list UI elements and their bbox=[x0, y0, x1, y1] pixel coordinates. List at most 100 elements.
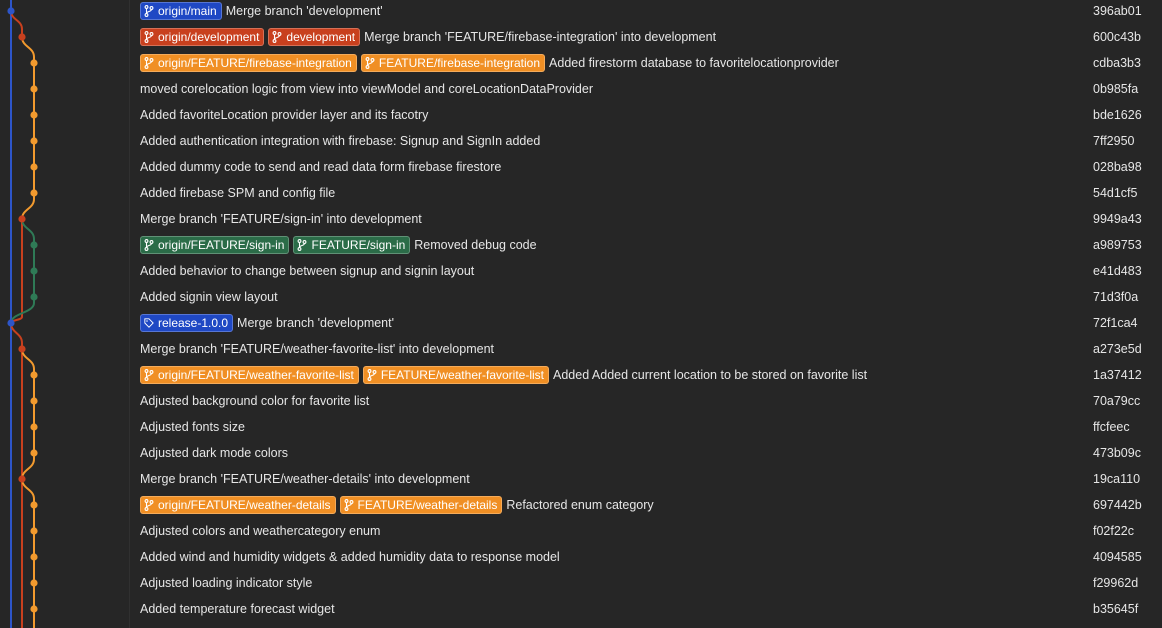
commit-row[interactable]: origin/FEATURE/weather-favorite-list FEAT… bbox=[129, 362, 1162, 388]
commit-row[interactable]: origin/FEATURE/weather-details FEATURE/we… bbox=[129, 492, 1162, 518]
commit-node[interactable] bbox=[30, 189, 38, 197]
commit-node[interactable] bbox=[7, 7, 15, 15]
commit-node[interactable] bbox=[30, 111, 38, 119]
commit-hash: 4094585 bbox=[1093, 550, 1142, 564]
branch-badge[interactable]: origin/development bbox=[140, 28, 265, 46]
commit-node[interactable] bbox=[30, 137, 38, 145]
tag-badge[interactable]: release-1.0.0 bbox=[140, 314, 234, 332]
commit-hash: 600c43b bbox=[1093, 30, 1141, 44]
commit-hash: 7ff2950 bbox=[1093, 134, 1135, 148]
branch-badge[interactable]: FEATURE/sign-in bbox=[293, 236, 411, 254]
commit-row[interactable]: Added signin view layout 71d3f0a bbox=[129, 284, 1162, 310]
commit-row[interactable]: moved corelocation logic from view into … bbox=[129, 76, 1162, 102]
branch-icon bbox=[144, 31, 158, 43]
commit-row[interactable]: Adjusted loading indicator style f29962d bbox=[129, 570, 1162, 596]
branch-badge[interactable]: origin/FEATURE/firebase-integration bbox=[140, 54, 357, 72]
branch-icon bbox=[144, 499, 158, 511]
commit-node[interactable] bbox=[30, 267, 38, 275]
branch-icon bbox=[367, 369, 381, 381]
branch-badge[interactable]: origin/FEATURE/weather-favorite-list bbox=[140, 366, 359, 384]
commit-row[interactable]: Added dummy code to send and read data f… bbox=[129, 154, 1162, 180]
commit-row[interactable]: Adjusted colors and weathercategory enum… bbox=[129, 518, 1162, 544]
commit-node[interactable] bbox=[30, 85, 38, 93]
ref-label: FEATURE/sign-in bbox=[311, 238, 406, 252]
branch-badge[interactable]: origin/main bbox=[140, 2, 222, 20]
ref-label: origin/FEATURE/weather-favorite-list bbox=[158, 368, 354, 382]
commit-node[interactable] bbox=[30, 605, 38, 613]
commit-message: Adjusted loading indicator style bbox=[140, 576, 313, 590]
branch-icon bbox=[272, 31, 286, 43]
commit-message-cell: origin/main Merge branch 'development' bbox=[140, 0, 1082, 24]
commit-node[interactable] bbox=[30, 449, 38, 457]
commit-row[interactable]: Added wind and humidity widgets & added … bbox=[129, 544, 1162, 570]
commit-node[interactable] bbox=[30, 501, 38, 509]
branch-badge[interactable]: origin/FEATURE/sign-in bbox=[140, 236, 290, 254]
commit-row[interactable]: Added authentication integration with fi… bbox=[129, 128, 1162, 154]
commit-message: Merge branch 'FEATURE/sign-in' into deve… bbox=[140, 212, 422, 226]
commit-hash: f29962d bbox=[1093, 576, 1139, 590]
branch-icon bbox=[365, 57, 379, 69]
branch-badge[interactable]: FEATURE/weather-favorite-list bbox=[362, 366, 549, 384]
commit-node[interactable] bbox=[30, 371, 38, 379]
ref-label: FEATURE/weather-details bbox=[357, 498, 498, 512]
commit-message: Adjusted fonts size bbox=[140, 420, 245, 434]
commit-node[interactable] bbox=[30, 163, 38, 171]
commit-row[interactable]: Merge branch 'FEATURE/weather-favorite-l… bbox=[129, 336, 1162, 362]
commit-node[interactable] bbox=[18, 215, 26, 223]
commit-row[interactable]: Added temperature forecast widget b35645f bbox=[129, 596, 1162, 622]
commit-node[interactable] bbox=[18, 345, 26, 353]
commit-row[interactable]: Adjusted background color for favorite l… bbox=[129, 388, 1162, 414]
commit-row[interactable]: origin/FEATURE/firebase-integration FEATU… bbox=[129, 50, 1162, 76]
commit-row[interactable]: origin/main Merge branch 'development' 396… bbox=[129, 0, 1162, 24]
commit-hash: 396ab01 bbox=[1093, 4, 1142, 18]
commit-hash: bde1626 bbox=[1093, 108, 1142, 122]
branch-badge[interactable]: development bbox=[268, 28, 361, 46]
commit-message-cell: origin/FEATURE/weather-favorite-list FEAT… bbox=[140, 362, 1082, 388]
commit-row[interactable]: origin/FEATURE/sign-in FEATURE/sign-in Rem… bbox=[129, 232, 1162, 258]
commit-message: Merge branch 'FEATURE/weather-details' i… bbox=[140, 472, 470, 486]
commit-node[interactable] bbox=[30, 423, 38, 431]
branch-badge[interactable]: FEATURE/firebase-integration bbox=[360, 54, 546, 72]
branch-icon bbox=[144, 5, 158, 17]
commit-node[interactable] bbox=[18, 33, 26, 41]
commit-node[interactable] bbox=[18, 475, 26, 483]
commit-message-cell: Merge branch 'FEATURE/weather-favorite-l… bbox=[140, 336, 1082, 362]
commit-message: Adjusted dark mode colors bbox=[140, 446, 288, 460]
commit-message: Adjusted background color for favorite l… bbox=[140, 394, 370, 408]
branch-icon bbox=[144, 57, 158, 69]
commit-hash: 54d1cf5 bbox=[1093, 186, 1138, 200]
commit-row[interactable]: Added favoriteLocation provider layer an… bbox=[129, 102, 1162, 128]
commit-node[interactable] bbox=[30, 527, 38, 535]
commit-row[interactable]: Added behavior to change between signup … bbox=[129, 258, 1162, 284]
commit-row[interactable]: Added firebase SPM and config file 54d1cf… bbox=[129, 180, 1162, 206]
commit-node[interactable] bbox=[7, 319, 15, 327]
commit-node[interactable] bbox=[30, 59, 38, 67]
commit-node[interactable] bbox=[30, 241, 38, 249]
ref-label: FEATURE/firebase-integration bbox=[378, 56, 541, 70]
ref-label: FEATURE/weather-favorite-list bbox=[380, 368, 544, 382]
commit-row[interactable]: Adjusted fonts size ffcfeec bbox=[129, 414, 1162, 440]
commit-node[interactable] bbox=[30, 553, 38, 561]
ref-label: release-1.0.0 bbox=[158, 316, 229, 330]
commit-node[interactable] bbox=[30, 293, 38, 301]
commit-node[interactable] bbox=[30, 397, 38, 405]
commit-row[interactable]: Merge branch 'FEATURE/weather-details' i… bbox=[129, 466, 1162, 492]
commit-node[interactable] bbox=[30, 579, 38, 587]
commit-hash: a273e5d bbox=[1093, 342, 1142, 356]
branch-icon bbox=[297, 239, 311, 251]
commit-row[interactable]: origin/development development Merge branc… bbox=[129, 24, 1162, 50]
ref-label: origin/FEATURE/weather-details bbox=[158, 498, 331, 512]
branch-badge[interactable]: origin/FEATURE/weather-details bbox=[140, 496, 336, 514]
branch-icon bbox=[144, 239, 158, 251]
commit-message-cell: Adjusted fonts size bbox=[140, 414, 1082, 440]
commit-message: Added authentication integration with fi… bbox=[140, 134, 541, 148]
commit-message-cell: Added temperature forecast widget bbox=[140, 596, 1082, 622]
commit-row[interactable]: release-1.0.0 Merge branch 'development' 7… bbox=[129, 310, 1162, 336]
branch-badge[interactable]: FEATURE/weather-details bbox=[339, 496, 503, 514]
commit-row[interactable]: Merge branch 'FEATURE/sign-in' into deve… bbox=[129, 206, 1162, 232]
commit-message: Refactored enum category bbox=[506, 498, 654, 512]
commit-message: Added firebase SPM and config file bbox=[140, 186, 336, 200]
commit-message-cell: Adjusted colors and weathercategory enum bbox=[140, 518, 1082, 544]
commit-message-cell: Added wind and humidity widgets & added … bbox=[140, 544, 1082, 570]
commit-row[interactable]: Adjusted dark mode colors 473b09c bbox=[129, 440, 1162, 466]
